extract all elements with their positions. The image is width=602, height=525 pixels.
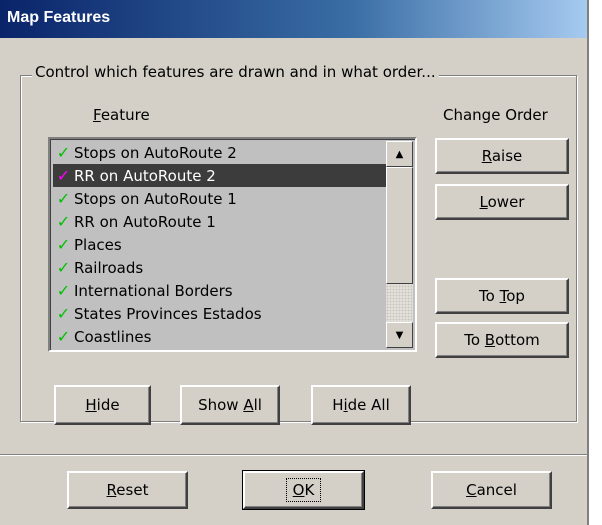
group-caption: Control which features are drawn and in … — [32, 63, 439, 81]
list-item[interactable]: ✓ Railroads — [53, 256, 386, 279]
list-item[interactable]: ✓ International Borders — [53, 279, 386, 302]
list-item-label: Places — [74, 236, 122, 254]
list-item[interactable]: ✓ Stops on AutoRoute 2 — [53, 141, 386, 164]
list-item[interactable]: ✓ Coastlines — [53, 325, 386, 348]
hide-button[interactable]: Hide — [54, 385, 151, 425]
lower-button[interactable]: Lower — [435, 184, 569, 220]
to-bottom-button[interactable]: To Bottom — [435, 322, 569, 358]
raise-button[interactable]: Raise — [435, 138, 569, 174]
list-item-label: RR on AutoRoute 2 — [74, 167, 216, 185]
list-item-label: Stops on AutoRoute 1 — [74, 190, 237, 208]
separator — [0, 454, 587, 456]
change-order-header: Change Order — [443, 106, 548, 124]
feature-list[interactable]: ✓ Stops on AutoRoute 2 ✓ RR on AutoRoute 2 ✓… — [48, 137, 417, 352]
checkmark-icon[interactable]: ✓ — [53, 233, 74, 256]
ok-button[interactable]: OK — [242, 470, 365, 510]
checkmark-icon[interactable]: ✓ — [53, 302, 74, 325]
hide-all-button[interactable]: Hide All — [311, 385, 411, 425]
window-title: Map Features — [7, 9, 111, 26]
arrow-down-icon: ▼ — [395, 329, 404, 341]
list-item[interactable]: ✓ Stops on AutoRoute 1 — [53, 187, 386, 210]
checkmark-icon[interactable]: ✓ — [53, 141, 74, 164]
list-item-label: Railroads — [74, 259, 144, 277]
title-bar[interactable]: Map Features — [0, 0, 587, 38]
checkmark-icon[interactable]: ✓ — [53, 164, 74, 187]
checkmark-icon[interactable]: ✓ — [53, 256, 74, 279]
list-item-label: Stops on AutoRoute 2 — [74, 144, 237, 162]
list-item-label: RR on AutoRoute 1 — [74, 213, 216, 231]
checkmark-icon[interactable]: ✓ — [53, 187, 74, 210]
arrow-up-icon: ▲ — [395, 148, 404, 160]
list-item[interactable]: ✓ Places — [53, 233, 386, 256]
show-all-button[interactable]: Show All — [180, 385, 280, 425]
list-item-label: States Provinces Estados — [74, 305, 262, 323]
scroll-thumb[interactable] — [386, 167, 413, 284]
list-item[interactable]: ✓ States Provinces Estados — [53, 302, 386, 325]
list-item-label: International Borders — [74, 282, 233, 300]
checkmark-icon[interactable]: ✓ — [53, 210, 74, 233]
cancel-button[interactable]: Cancel — [431, 471, 552, 509]
list-item[interactable]: ✓ RR on AutoRoute 2 — [53, 164, 386, 187]
scroll-down-button[interactable]: ▼ — [386, 322, 413, 348]
reset-button[interactable]: Reset — [67, 471, 188, 509]
map-features-dialog: Map Features Control which features are … — [0, 0, 589, 525]
feature-header: Feature — [93, 106, 150, 124]
scroll-up-button[interactable]: ▲ — [386, 141, 413, 167]
checkmark-icon[interactable]: ✓ — [53, 325, 74, 348]
to-top-button[interactable]: To Top — [435, 278, 569, 314]
list-item[interactable]: ✓ RR on AutoRoute 1 — [53, 210, 386, 233]
list-scrollbar[interactable]: ▲ ▼ — [386, 141, 413, 348]
checkmark-icon[interactable]: ✓ — [53, 279, 74, 302]
list-item-label: Coastlines — [74, 328, 152, 346]
